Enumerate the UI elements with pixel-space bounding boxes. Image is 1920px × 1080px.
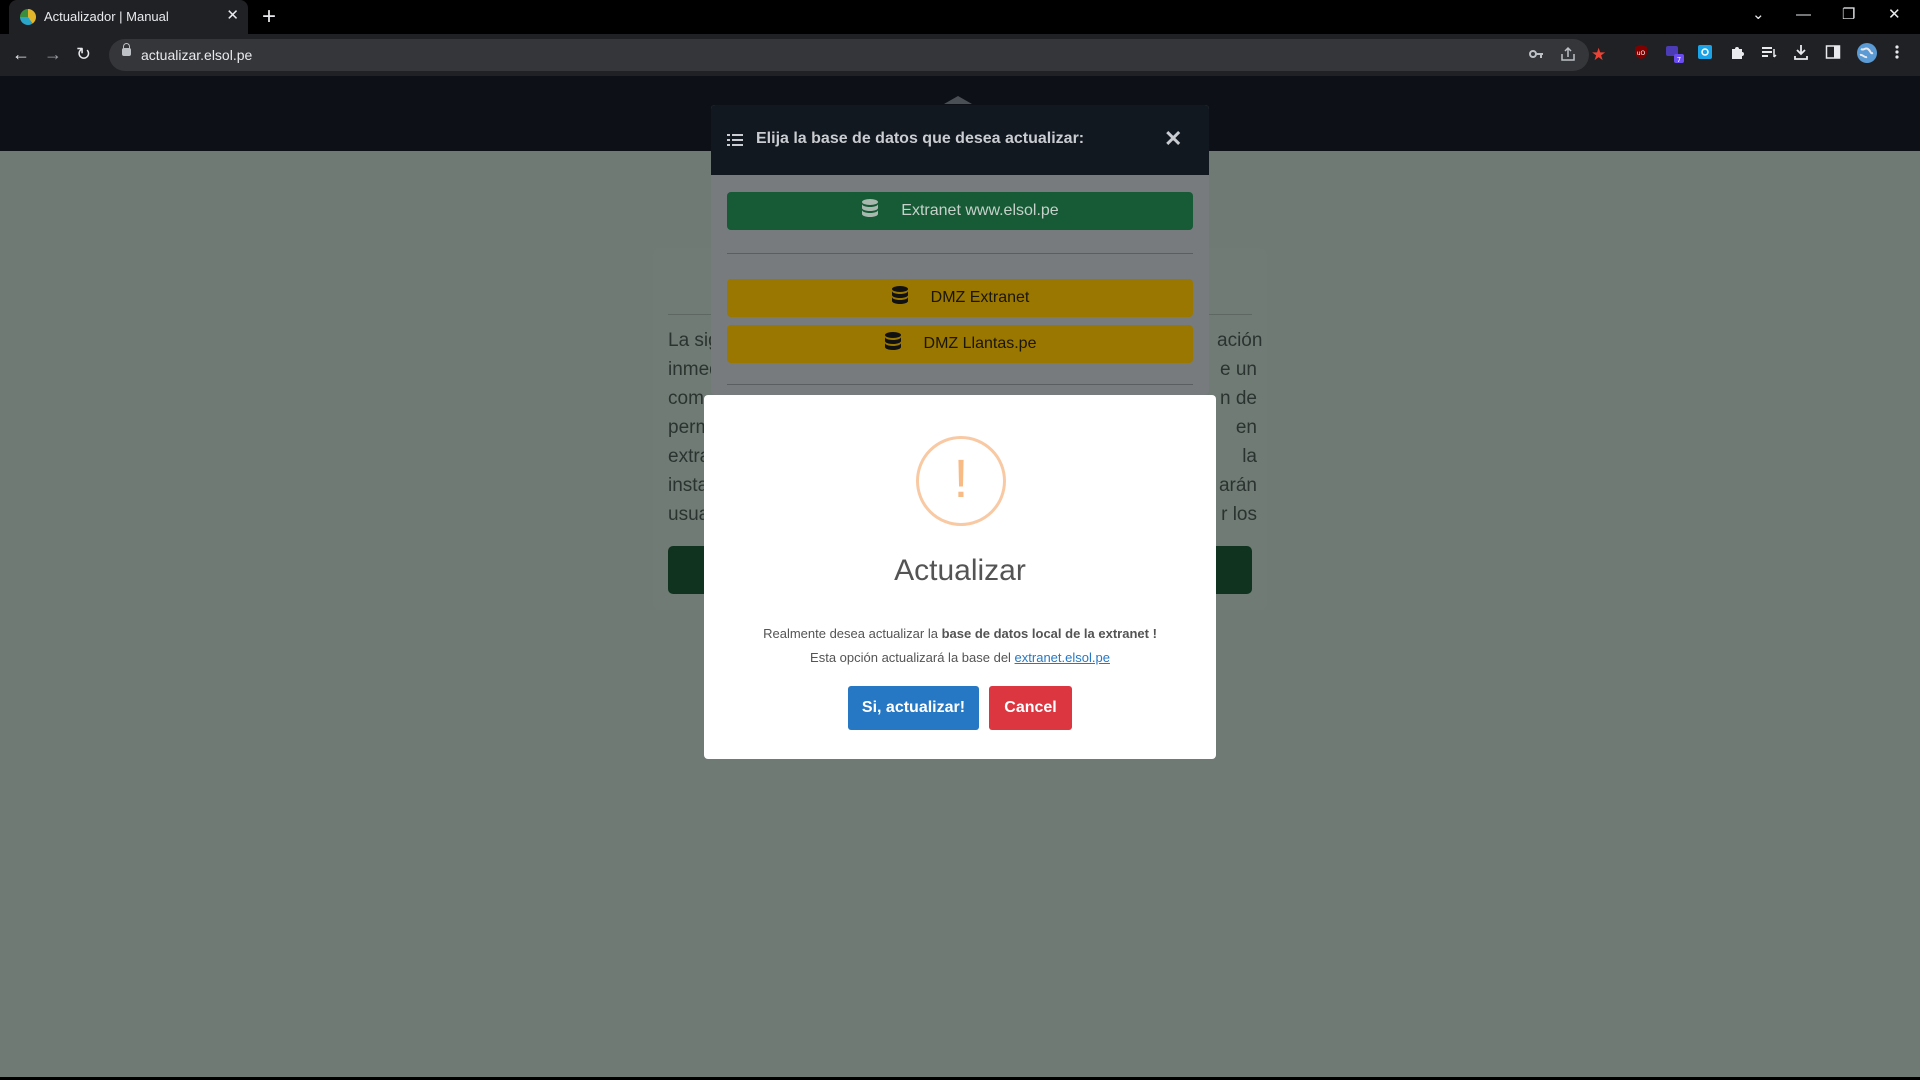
option-label: DMZ Extranet — [930, 289, 1030, 306]
card-text-line: arán — [1218, 475, 1257, 496]
ublock-extension-icon[interactable]: uO — [1633, 44, 1649, 64]
extension-square-icon[interactable] — [1697, 44, 1713, 64]
alert-message: Realmente desea actualizar la base de da… — [704, 622, 1216, 670]
database-select-modal: Elija la base de datos que desea actuali… — [711, 105, 1209, 395]
extensions-puzzle-icon[interactable] — [1729, 44, 1745, 64]
site-favicon-icon — [20, 9, 36, 25]
back-icon[interactable]: ← — [12, 43, 30, 65]
reading-list-icon[interactable] — [1761, 44, 1777, 64]
side-panel-icon[interactable] — [1825, 44, 1841, 64]
alert-line-2-text: Esta opción actualizará la base del — [810, 650, 1015, 665]
tab-close-icon[interactable]: ✕ — [226, 7, 239, 25]
database-icon — [884, 331, 924, 357]
option-label: Extranet www.elsol.pe — [901, 202, 1059, 219]
card-text-line: e un — [1220, 359, 1257, 380]
option-label: DMZ Llantas.pe — [923, 335, 1037, 352]
list-ol-icon — [727, 132, 743, 148]
close-window-icon[interactable]: ✕ — [1888, 5, 1901, 25]
alert-title: Actualizar — [894, 554, 1026, 587]
cancel-button[interactable]: Cancel — [989, 686, 1072, 730]
card-text-line: n de — [1220, 388, 1257, 409]
browser-tab[interactable]: Actualizador | Manual ✕ — [9, 0, 248, 34]
browser-toolbar: ← → ↻ actualizar.elsol.pe ★ uO 7 — [0, 34, 1920, 76]
browser-tab-bar: Actualizador | Manual ✕ + ⌄ — ❐ ✕ — [0, 0, 1920, 34]
tab-title: Actualizador | Manual — [44, 9, 169, 24]
page-content: La sig inmed com perm extra insta usua a… — [0, 76, 1920, 1080]
alert-line-1-text: Realmente desea actualizar la — [763, 626, 942, 641]
warning-icon: ! — [916, 436, 1006, 526]
address-bar[interactable]: actualizar.elsol.pe ★ — [109, 39, 1606, 71]
card-text-line: en la — [1235, 417, 1257, 467]
downloads-icon[interactable] — [1793, 44, 1809, 64]
modal-divider — [727, 384, 1193, 385]
svg-text:uO: uO — [1637, 50, 1646, 57]
card-text-line: ación — [1217, 330, 1263, 351]
modal-divider — [727, 253, 1193, 254]
svg-text:7: 7 — [1677, 56, 1681, 64]
minimize-icon[interactable]: — — [1796, 5, 1811, 25]
database-icon — [861, 198, 901, 224]
bookmark-star-icon[interactable]: ★ — [1591, 46, 1606, 64]
card-text-line: r los — [1221, 504, 1257, 525]
tab-search-dropdown-icon[interactable]: ⌄ — [1752, 5, 1765, 25]
warning-mark: ! — [953, 449, 969, 509]
forward-icon[interactable]: → — [44, 43, 62, 65]
share-icon[interactable] — [1560, 46, 1576, 67]
alert-line-2: Esta opción actualizará la base del extr… — [704, 646, 1216, 670]
option-extranet-button[interactable]: Extranet www.elsol.pe — [727, 192, 1193, 230]
card-text-right: ación e un n de en la arán r los — [1217, 326, 1263, 529]
extension-badge-icon[interactable]: 7 — [1665, 44, 1685, 68]
database-icon — [891, 285, 931, 311]
alert-line-1-bold: base de datos local de la extranet ! — [941, 626, 1157, 641]
option-dmz-extranet-button[interactable]: DMZ Extranet — [727, 279, 1193, 317]
new-tab-icon[interactable]: + — [262, 4, 276, 30]
modal-close-icon[interactable]: ✕ — [1164, 125, 1182, 153]
option-dmz-llantas-button[interactable]: DMZ Llantas.pe — [727, 325, 1193, 363]
reload-icon[interactable]: ↻ — [76, 43, 91, 65]
lock-icon — [122, 43, 131, 56]
browser-menu-icon[interactable] — [1894, 44, 1900, 64]
extranet-link[interactable]: extranet.elsol.pe — [1015, 650, 1110, 665]
restore-icon[interactable]: ❐ — [1842, 5, 1855, 25]
confirm-update-button[interactable]: Si, actualizar! — [848, 686, 979, 730]
modal-header: Elija la base de datos que desea actuali… — [711, 105, 1209, 175]
url-text[interactable]: actualizar.elsol.pe — [141, 47, 252, 63]
confirm-alert-dialog: ! Actualizar Realmente desea actualizar … — [704, 395, 1216, 759]
password-key-icon[interactable] — [1528, 46, 1544, 67]
alert-line-1: Realmente desea actualizar la base de da… — [704, 622, 1216, 646]
header-arrow — [944, 96, 972, 104]
modal-title: Elija la base de datos que desea actuali… — [756, 130, 1085, 147]
profile-avatar-icon[interactable] — [1856, 42, 1878, 68]
